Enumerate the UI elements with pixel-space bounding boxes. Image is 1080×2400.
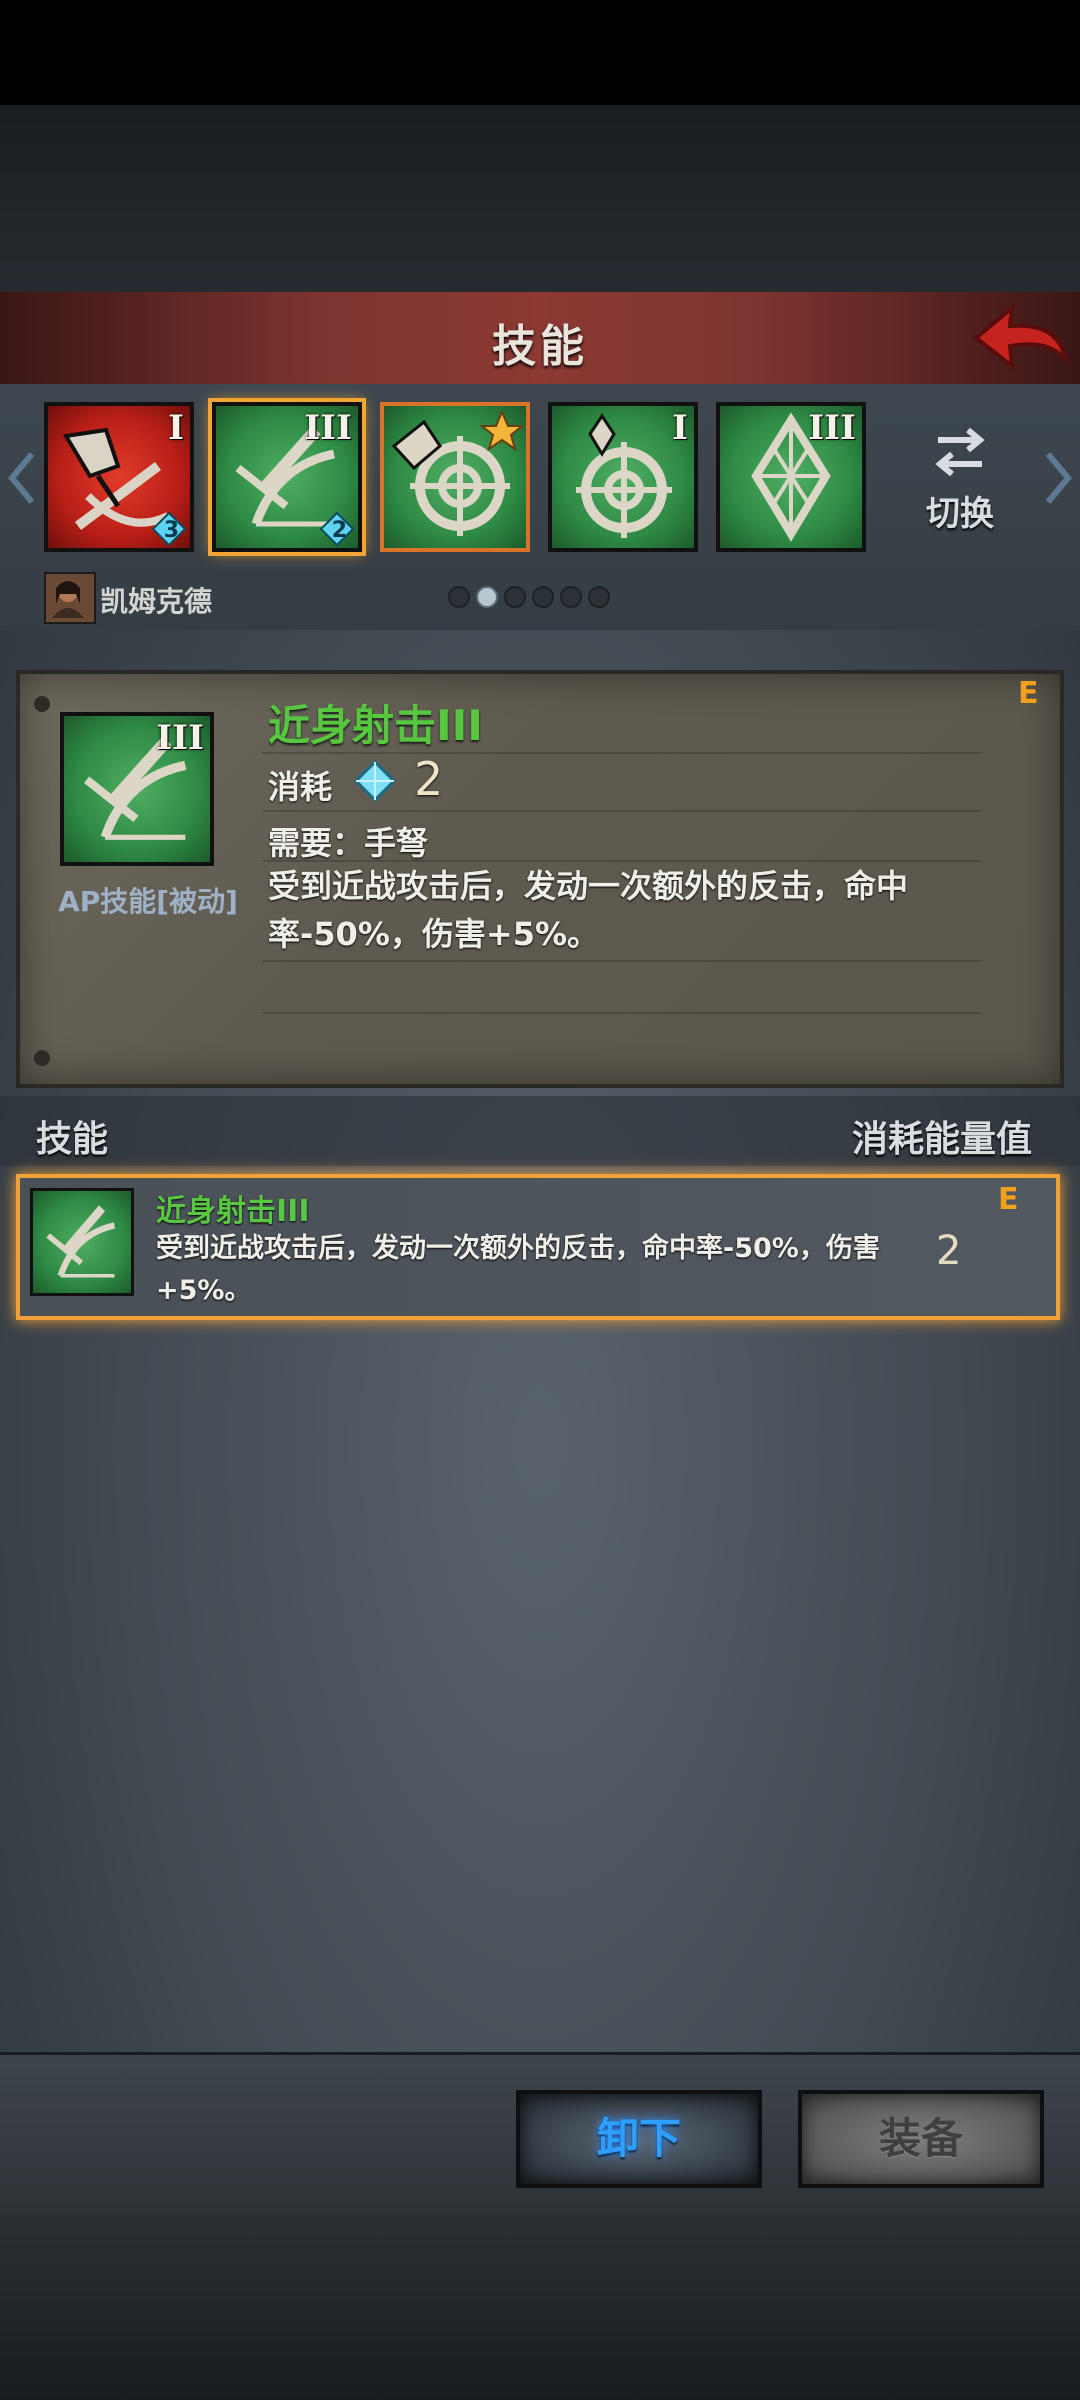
cost-value: 2 (414, 752, 444, 806)
list-item-description: 受到近战攻击后，发动一次额外的反击，命中率-50%，伤害 +5%。 (156, 1228, 896, 1312)
skill-detail-icon: III (60, 712, 214, 866)
character-name: 凯姆克德 (100, 585, 213, 618)
skill-slot-roman: I (672, 408, 688, 448)
list-column-skill: 技能 (36, 1119, 109, 1160)
page-dot (560, 586, 582, 608)
target-star-icon (391, 409, 525, 536)
skill-description-line: 率-50%，伤害+5%。 (268, 915, 600, 953)
switch-button[interactable]: 切换 (905, 422, 1015, 542)
list-item-name: 近身射击III (156, 1194, 310, 1229)
page-dot-active (476, 586, 498, 608)
status-bar-area (0, 0, 1080, 105)
skill-slot-roman: III (304, 408, 352, 448)
grade-label: E (1018, 676, 1039, 711)
list-column-cost: 消耗能量值 (852, 1119, 1033, 1160)
page-dot (504, 586, 526, 608)
page-title: 技能 (492, 321, 588, 372)
skill-description: 受到近战攻击后，发动一次额外的反击，命中 率-50%，伤害+5%。 (268, 862, 948, 958)
page-indicator (448, 586, 610, 610)
skill-slot-4[interactable]: I (548, 402, 698, 552)
skill-slot-2[interactable]: III 2 (208, 398, 366, 556)
crossbow-crossed-icon (30, 1188, 134, 1296)
page-dot (448, 586, 470, 608)
list-item-cost: 2 (936, 1228, 962, 1274)
skill-description-line: 受到近战攻击后，发动一次额外的反击，命中 (268, 867, 909, 905)
energy-gem-icon (354, 760, 396, 802)
bottom-backdrop (0, 2212, 1080, 2400)
back-arrow-icon[interactable] (968, 298, 1072, 378)
unequip-button[interactable]: 卸下 (516, 2090, 762, 2188)
skill-slot-gem-count: 2 (331, 518, 347, 543)
chevron-right-icon[interactable] (1044, 448, 1074, 508)
divider (262, 960, 982, 962)
skill-slot-gem-count: 3 (163, 518, 179, 543)
skill-name: 近身射击III (268, 701, 483, 750)
skill-slot-5[interactable]: III (716, 402, 866, 552)
cost-label: 消耗 (268, 768, 333, 806)
avatar (44, 572, 96, 624)
skill-slot-1[interactable]: I 3 (44, 402, 194, 552)
swap-arrows-icon (935, 427, 985, 477)
skill-type-label: AP技能[被动] (58, 885, 238, 918)
skill-slot-roman: I (168, 408, 184, 448)
skill-slot-roman: III (808, 408, 856, 448)
chevron-left-icon[interactable] (6, 448, 36, 508)
equip-button[interactable]: 装备 (798, 2090, 1044, 2188)
switch-label: 切换 (926, 494, 994, 534)
top-backdrop (0, 105, 1080, 295)
skill-roman: III (156, 718, 204, 758)
requirement-text: 需要：手弩 (268, 824, 429, 862)
skill-slot-3[interactable] (380, 402, 530, 552)
page-dot (588, 586, 610, 608)
list-item-description-line: +5%。 (156, 1275, 252, 1306)
list-item-description-line: 受到近战攻击后，发动一次额外的反击，命中率-50%，伤害 (156, 1233, 880, 1264)
crossbow-crossed-icon: III (60, 712, 214, 866)
page-dot (532, 586, 554, 608)
divider (262, 810, 982, 812)
list-item-grade: E (998, 1182, 1019, 1217)
divider (262, 1012, 982, 1014)
